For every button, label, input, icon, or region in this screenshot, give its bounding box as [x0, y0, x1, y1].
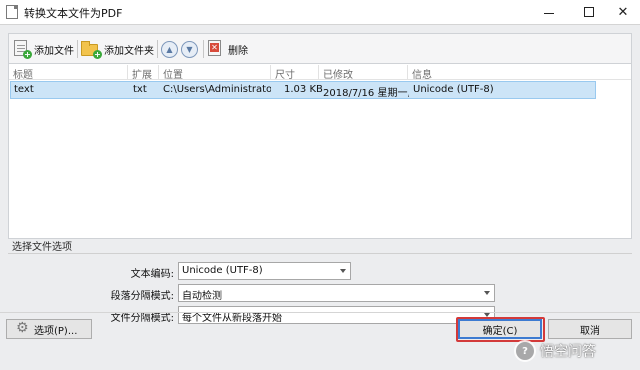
options-divider: [8, 253, 632, 254]
column-header-title[interactable]: 标题: [13, 66, 33, 81]
paragraph-separation-select[interactable]: 自动检测: [178, 284, 495, 302]
column-header-ext[interactable]: 扩展: [132, 66, 152, 81]
text-encoding-value: Unicode (UTF-8): [182, 265, 263, 276]
cell-title: text: [14, 84, 34, 95]
column-divider[interactable]: [158, 65, 159, 79]
file-list-header: 标题 扩展 位置 尺寸 已修改 信息: [9, 64, 631, 81]
toolbar: + 添加文件 + 添加文件夹 ▲ ▼ ✕ 删除: [8, 33, 632, 63]
options-button-label: 选项(P)...: [34, 325, 78, 337]
file-separation-select[interactable]: 每个文件从新段落开始: [178, 306, 495, 324]
delete-icon: ✕: [207, 40, 225, 58]
add-folder-button[interactable]: + 添加文件夹: [81, 38, 154, 60]
footer-divider: [0, 312, 640, 313]
cell-ext: txt: [133, 84, 147, 95]
add-file-label: 添加文件: [34, 45, 74, 57]
column-header-size[interactable]: 尺寸: [275, 66, 295, 81]
minimize-button[interactable]: [532, 0, 566, 24]
arrow-down-icon: ▼: [181, 40, 198, 58]
table-row[interactable]: text txt C:\Users\Administrato... 1.03 K…: [10, 81, 596, 99]
cell-location: C:\Users\Administrato...: [163, 84, 271, 95]
column-header-location[interactable]: 位置: [163, 66, 183, 81]
delete-button[interactable]: ✕ 删除: [207, 38, 248, 60]
maximize-button[interactable]: [572, 0, 606, 24]
minimize-icon: [544, 12, 554, 14]
watermark-logo-icon: ?: [514, 340, 536, 362]
cancel-button[interactable]: 取消: [548, 319, 632, 339]
cell-modified: 2018/7/16 星期一,...: [323, 88, 409, 99]
column-divider[interactable]: [407, 65, 408, 79]
app-icon: [6, 5, 18, 19]
column-divider[interactable]: [318, 65, 319, 79]
watermark: ? 悟空问答: [514, 338, 596, 364]
add-folder-icon: +: [81, 40, 102, 59]
column-header-info[interactable]: 信息: [412, 66, 432, 81]
cell-size: 1.03 KB: [284, 84, 323, 95]
add-file-button[interactable]: + 添加文件: [13, 38, 74, 60]
add-folder-label: 添加文件夹: [104, 45, 154, 57]
toolbar-divider: [157, 40, 158, 58]
close-button[interactable]: ✕: [606, 0, 640, 24]
file-separation-value: 每个文件从新段落开始: [182, 313, 282, 324]
delete-label: 删除: [228, 45, 248, 57]
gear-icon: [16, 320, 30, 336]
add-file-icon: +: [13, 40, 32, 59]
chevron-down-icon: [484, 291, 490, 295]
paragraph-separation-label: 段落分隔模式:: [110, 291, 174, 302]
text-encoding-select[interactable]: Unicode (UTF-8): [178, 262, 351, 280]
maximize-icon: [584, 7, 594, 17]
cancel-button-label: 取消: [580, 325, 600, 337]
column-header-modified[interactable]: 已修改: [323, 66, 353, 81]
column-divider[interactable]: [270, 65, 271, 79]
move-down-button[interactable]: ▼: [181, 38, 198, 60]
file-list[interactable]: 标题 扩展 位置 尺寸 已修改 信息 text txt C:\Users\Adm…: [8, 63, 632, 239]
arrow-up-icon: ▲: [161, 40, 178, 58]
window-title: 转换文本文件为PDF: [24, 7, 123, 20]
options-section-title: 选择文件选项: [12, 242, 72, 253]
column-divider[interactable]: [127, 65, 128, 79]
text-encoding-label: 文本编码:: [130, 269, 174, 280]
toolbar-divider: [77, 40, 78, 58]
cell-info: Unicode (UTF-8): [413, 84, 494, 95]
chevron-down-icon: [340, 269, 346, 273]
toolbar-divider: [203, 40, 204, 58]
paragraph-separation-value: 自动检测: [182, 291, 222, 302]
watermark-text: 悟空问答: [540, 344, 596, 360]
move-up-button[interactable]: ▲: [161, 38, 178, 60]
title-bar: 转换文本文件为PDF ✕: [0, 0, 640, 24]
options-button[interactable]: 选项(P)...: [6, 319, 92, 339]
